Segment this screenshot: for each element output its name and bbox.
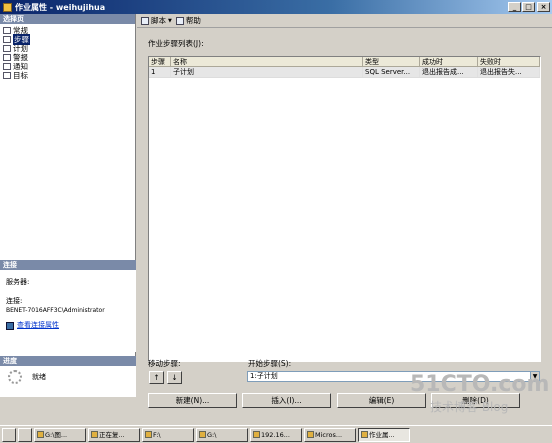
page-icon — [3, 54, 11, 61]
help-button[interactable]: 帮助 — [175, 15, 201, 26]
progress-section: 进度 就绪 — [0, 356, 136, 397]
watermark-51cto: 51CTO.com — [410, 372, 550, 397]
maximize-button[interactable]: □ — [522, 2, 535, 12]
chevron-down-icon: ▼ — [168, 17, 172, 24]
progress-status: 就绪 — [32, 373, 46, 381]
server-label: 服务器: — [6, 278, 30, 286]
folder-icon — [199, 431, 206, 438]
taskbar-item[interactable]: Micros... — [304, 427, 356, 442]
steps-grid[interactable]: 步骤 名称 类型 成功时 失败时 1 子计划 SQL Server... 退出报… — [148, 56, 541, 362]
cell-type: SQL Server... — [363, 67, 420, 77]
page-icon — [3, 63, 11, 70]
page-targets[interactable]: 目标 — [3, 71, 132, 80]
folder-icon — [145, 431, 152, 438]
connection-value: BENET-7016AFF3C\Administrator — [6, 307, 105, 314]
progress-spinner-icon — [8, 370, 22, 384]
new-step-button[interactable]: 新建(N)... — [148, 393, 237, 408]
col-step[interactable]: 步骤 — [149, 57, 171, 66]
toolbar: 脚本 ▼ 帮助 — [137, 14, 552, 28]
window-icon — [3, 2, 12, 12]
page-icon — [3, 72, 11, 79]
page-icon — [3, 36, 11, 43]
move-up-button[interactable]: ↑ — [149, 371, 164, 384]
move-down-button[interactable]: ↓ — [167, 371, 182, 384]
taskbar-item[interactable]: F:\ — [142, 427, 194, 442]
grid-header: 步骤 名称 类型 成功时 失败时 — [149, 57, 540, 67]
view-connection-properties-link[interactable]: 查看连接属性 — [17, 321, 59, 330]
close-button[interactable]: × — [537, 2, 550, 12]
page-icon — [3, 45, 11, 52]
script-icon — [141, 16, 149, 25]
col-on-failure[interactable]: 失败时 — [478, 57, 540, 66]
app-icon — [307, 431, 314, 438]
cell-step: 1 — [149, 67, 171, 77]
table-row[interactable]: 1 子计划 SQL Server... 退出报告成... 退出报告失... — [149, 67, 540, 78]
taskbar-item-active[interactable]: 作业属... — [358, 427, 410, 442]
watermark-blog: 技术博客 Blog — [430, 400, 509, 414]
right-pane: 脚本 ▼ 帮助 作业步骤列表(J): 步骤 名称 类型 成功时 失败时 1 子计划… — [137, 14, 552, 408]
taskbar-item[interactable]: 正在复... — [88, 427, 140, 442]
col-on-success[interactable]: 成功时 — [420, 57, 478, 66]
connection-section: 连接 服务器: 连接: BENET-7016AFF3C\Administrato… — [0, 260, 136, 352]
page-list: 常规 步骤 计划 警报 通知 目标 — [0, 24, 135, 82]
move-step-label: 移动步骤: — [148, 359, 181, 368]
connection-properties-icon — [6, 321, 14, 330]
folder-icon — [91, 431, 98, 438]
left-pane: 选择页 常规 步骤 计划 警报 通知 目标 连接 服务器: 连接: BENET-… — [0, 14, 136, 397]
connection-label: 连接: — [6, 297, 23, 305]
col-type[interactable]: 类型 — [363, 57, 420, 66]
steps-list-label: 作业步骤列表(J): — [148, 39, 204, 48]
cell-name: 子计划 — [171, 67, 363, 77]
title-bar: 作业属性 - weihujihua _ □ × — [0, 0, 552, 14]
select-page-header: 选择页 — [0, 14, 135, 24]
folder-icon — [37, 431, 44, 438]
page-icon — [3, 27, 11, 34]
start-step-label: 开始步骤(S): — [248, 359, 292, 368]
cell-on-failure: 退出报告失... — [478, 67, 540, 77]
taskbar-item[interactable]: 192.16... — [250, 427, 302, 442]
taskbar-item[interactable]: G:\图... — [34, 427, 86, 442]
connection-header: 连接 — [0, 260, 136, 270]
window-icon — [361, 431, 368, 438]
quicklaunch-icon[interactable] — [2, 427, 16, 442]
taskbar-item[interactable]: G:\ — [196, 427, 248, 442]
network-icon — [253, 431, 260, 438]
script-button[interactable]: 脚本 ▼ — [141, 15, 172, 26]
insert-step-button[interactable]: 插入(I)... — [242, 393, 331, 408]
minimize-button[interactable]: _ — [508, 2, 521, 12]
help-icon — [175, 16, 184, 25]
taskbar: G:\图... 正在复... F:\ G:\ 192.16... Micros.… — [0, 425, 552, 443]
window-title: 作业属性 - weihujihua — [15, 2, 106, 12]
quicklaunch-ie-icon[interactable] — [18, 427, 32, 442]
progress-header: 进度 — [0, 356, 136, 366]
cell-on-success: 退出报告成... — [420, 67, 478, 77]
col-name[interactable]: 名称 — [171, 57, 363, 66]
